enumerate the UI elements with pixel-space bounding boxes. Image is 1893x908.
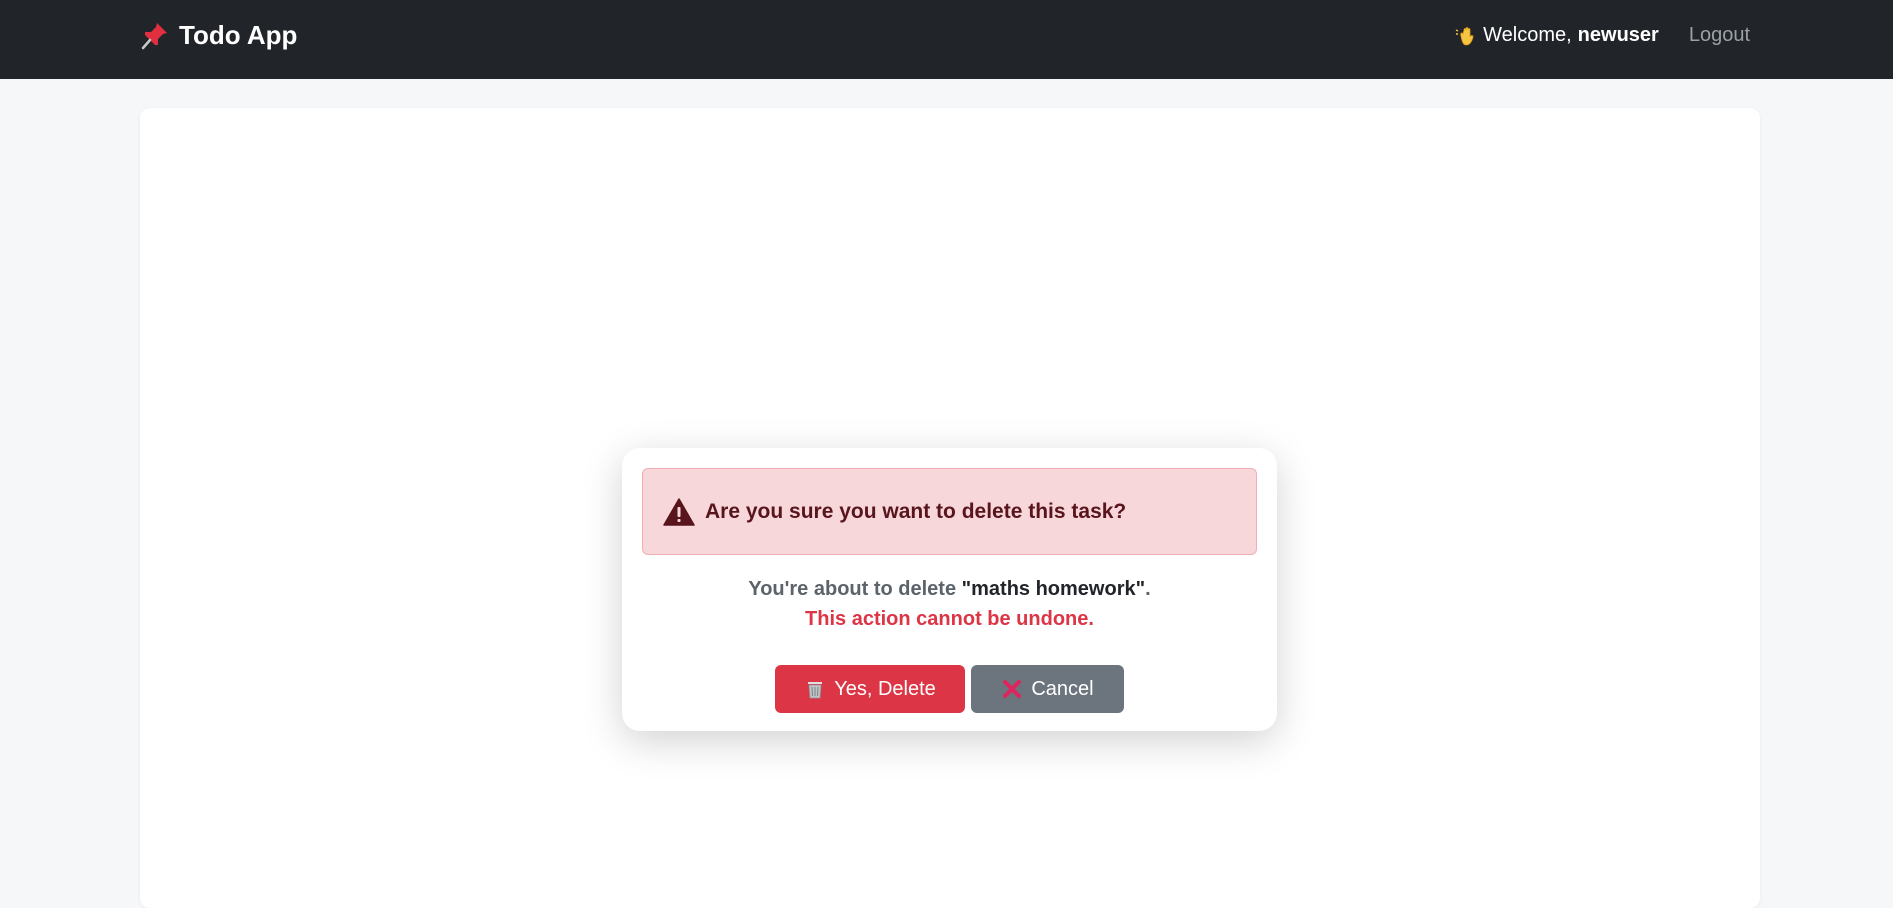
message-prefix: You're about to delete [748,578,957,600]
brand[interactable]: Todo App [141,20,297,51]
undo-warning: This action cannot be undone. [805,608,1094,630]
warning-triangle-icon [663,497,695,526]
delete-label: Yes, Delete [834,677,936,700]
navbar: Todo App Welcome, newuser Logout [0,0,1893,79]
logout-link[interactable]: Logout [1689,24,1750,47]
cancel-label: Cancel [1031,677,1094,700]
welcome-prefix: Welcome, [1483,24,1572,46]
pushpin-icon [141,21,169,51]
username: newuser [1577,24,1659,46]
confirm-delete-button[interactable]: Yes, Delete [775,665,965,713]
message-suffix: . [1145,578,1151,600]
cross-mark-icon [1003,680,1022,698]
waving-hand-icon [1455,25,1477,47]
welcome-message: Welcome, newuser [1455,24,1659,47]
wastebasket-icon [808,682,823,699]
alert-text: Are you sure you want to delete this tas… [705,499,1127,523]
delete-alert: Are you sure you want to delete this tas… [642,468,1257,555]
nav-right: Welcome, newuser Logout [1455,24,1750,47]
brand-text: Todo App [179,20,298,50]
delete-confirm-modal: Are you sure you want to delete this tas… [622,448,1277,731]
task-name: "maths homework" [961,578,1146,600]
delete-message: You're about to delete "maths homework". [622,578,1277,601]
cancel-button[interactable]: Cancel [971,665,1124,713]
